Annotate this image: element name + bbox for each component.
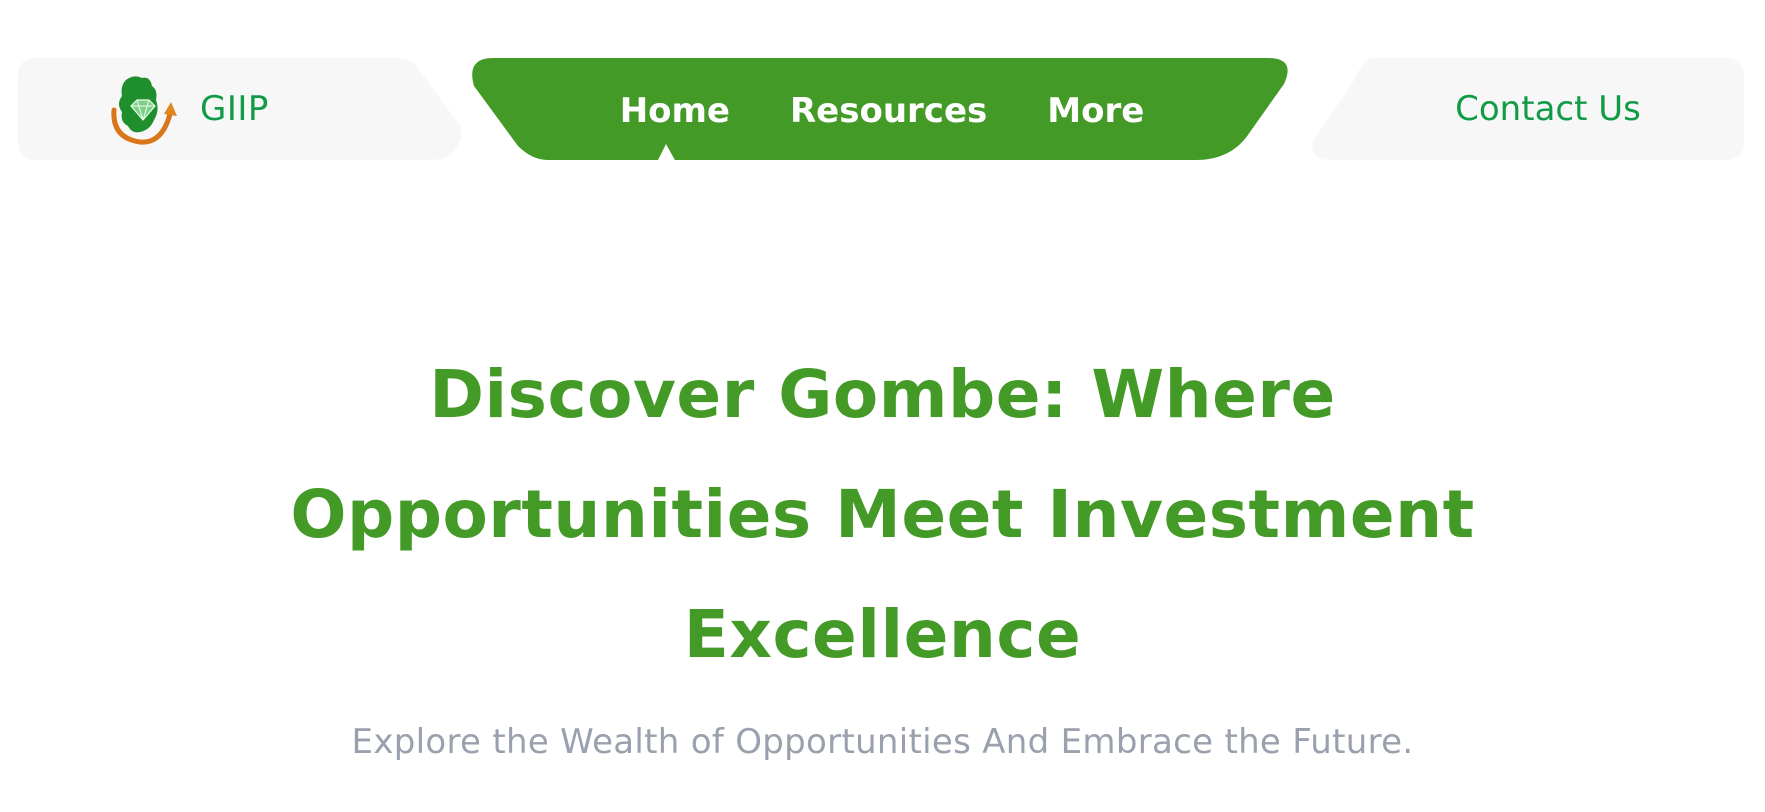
- nav-resources[interactable]: Resources: [790, 91, 987, 131]
- contact-us-link[interactable]: Contact Us: [1312, 58, 1744, 160]
- gombe-map-diamond-logo-icon: [111, 76, 177, 145]
- nav-more[interactable]: More: [1047, 91, 1144, 131]
- brand-link[interactable]: GIIP: [104, 70, 269, 148]
- hero-subtitle: Explore the Wealth of Opportunities And …: [351, 722, 1414, 762]
- hero-title: Discover Gombe: Where Opportunities Meet…: [290, 356, 1475, 673]
- nav-home[interactable]: Home: [620, 91, 730, 131]
- contact-us-label: Contact Us: [1455, 89, 1641, 129]
- site-header: GIIP Home Resources More Contact Us: [0, 0, 1765, 170]
- brand-name: GIIP: [200, 89, 269, 129]
- main-nav: Home Resources More: [474, 58, 1290, 160]
